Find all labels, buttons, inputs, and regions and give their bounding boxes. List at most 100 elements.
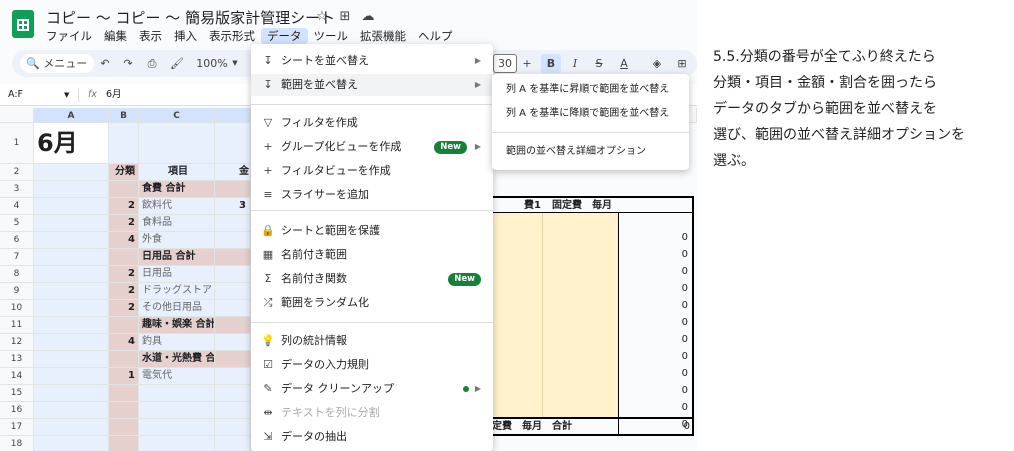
row-header[interactable]: 1 [0,123,34,164]
cell-c[interactable]: 飲料代 [139,198,215,215]
cell-b[interactable] [109,181,139,198]
cell-d[interactable] [215,181,251,198]
cell-d[interactable] [215,334,251,351]
cell-d[interactable] [215,436,251,451]
cell-c[interactable]: 釣具 [139,334,215,351]
cell-c[interactable] [139,436,215,451]
cell-b[interactable] [109,249,139,266]
cell-a[interactable] [34,266,109,283]
cell-a[interactable] [34,351,109,368]
increase-font-icon[interactable]: + [519,54,535,73]
cell-d[interactable] [215,317,251,334]
cell-a[interactable] [34,164,109,181]
cell-b[interactable]: 2 [109,198,139,215]
cell-d[interactable] [215,419,251,436]
cell-d[interactable] [215,249,251,266]
cell-b[interactable] [109,351,139,368]
cell-a[interactable] [34,215,109,232]
font-size-input[interactable]: 30 [493,54,517,73]
move-folder-icon[interactable]: ⊞ [337,9,353,25]
zoom-dropdown-icon[interactable]: ▼ [230,54,240,73]
cell-c[interactable] [139,419,215,436]
cell-a[interactable] [34,334,109,351]
cell-b[interactable] [109,123,139,164]
select-all-corner[interactable] [0,108,34,123]
cell-c[interactable] [139,402,215,419]
sort-advanced-options[interactable]: 範囲の並べ替え詳細オプション [506,142,646,162]
cell-d[interactable]: 金 [215,164,251,181]
row-header[interactable]: 13 [0,351,34,368]
cell-d[interactable] [215,215,251,232]
star-icon[interactable]: ☆ [314,9,330,25]
cell-b[interactable]: 2 [109,283,139,300]
menu-edit[interactable]: 編集 [98,28,133,44]
print-icon[interactable]: ⎙ [143,54,161,73]
cell-a[interactable] [34,300,109,317]
row-header[interactable]: 8 [0,266,34,283]
cell-d[interactable] [215,300,251,317]
data-menu-item[interactable]: + グループ化ビューを作成 New ▶ [251,136,493,158]
data-menu-item[interactable]: ☑ データの入力規則 [251,354,493,376]
cell-c[interactable]: 外食 [139,232,215,249]
cell-b[interactable]: 4 [109,334,139,351]
col-header-a[interactable]: A [34,108,109,123]
row-header[interactable]: 15 [0,385,34,402]
cell-a[interactable] [34,232,109,249]
cell-d[interactable] [215,232,251,249]
cell-d[interactable] [215,283,251,300]
cell-d[interactable] [215,123,251,164]
row-header[interactable]: 7 [0,249,34,266]
italic-button[interactable]: I [566,54,584,73]
cell-b[interactable] [109,419,139,436]
data-menu-item[interactable]: ⤮ 範囲をランダム化 [251,292,493,314]
menu-data[interactable]: データ [261,28,308,44]
row-header[interactable]: 12 [0,334,34,351]
row-header[interactable]: 6 [0,232,34,249]
cell-b[interactable]: 2 [109,215,139,232]
cell-c[interactable]: ドラッグストア [139,283,215,300]
cell-c[interactable]: 趣味・娯楽 合計 [139,317,215,334]
name-box-dropdown-icon[interactable]: ▼ [64,88,69,102]
menu-tools[interactable]: ツール [308,28,355,44]
cell-b[interactable]: 4 [109,232,139,249]
cell-a[interactable] [34,402,109,419]
cell-a[interactable] [34,419,109,436]
cell-d[interactable] [215,385,251,402]
menu-extensions[interactable]: 拡張機能 [354,28,412,44]
bold-button[interactable]: B [541,54,561,73]
cell-a[interactable] [34,385,109,402]
data-menu-item[interactable]: ≡ スライサーを追加 [251,184,493,206]
data-menu-item[interactable]: ↧ シートを並べ替え ▶ [251,50,493,72]
cell-c[interactable]: 電気代 [139,368,215,385]
row-header[interactable]: 9 [0,283,34,300]
cell-a[interactable] [34,249,109,266]
fill-color-icon[interactable]: ◈ [648,54,666,73]
col-header-d[interactable] [215,108,251,123]
row-header[interactable]: 18 [0,436,34,451]
cell-a1-month[interactable]: 6月 [34,123,109,164]
cell-d[interactable]: 3 [215,198,251,215]
cell-c[interactable]: 項目 [139,164,215,181]
cell-b[interactable] [109,436,139,451]
cell-b[interactable]: 分類 [109,164,139,181]
cell-b[interactable]: 1 [109,368,139,385]
strikethrough-button[interactable]: S [590,54,608,73]
cell-d[interactable] [215,266,251,283]
cell-c[interactable] [139,123,215,164]
data-menu-item[interactable]: 💡 列の統計情報 [251,330,493,352]
cell-b[interactable] [109,385,139,402]
cell-c[interactable]: 食費 合計 [139,181,215,198]
menu-help[interactable]: ヘルプ [412,28,459,44]
borders-icon[interactable]: ⊞ [673,54,691,73]
cell-a[interactable] [34,181,109,198]
cell-a[interactable] [34,283,109,300]
cell-d[interactable] [215,351,251,368]
cell-c[interactable] [139,385,215,402]
row-header[interactable]: 4 [0,198,34,215]
row-header[interactable]: 10 [0,300,34,317]
search-menus[interactable]: 🔍 メニュー [20,54,94,73]
cell-b[interactable]: 2 [109,266,139,283]
cell-a[interactable] [34,436,109,451]
cell-a[interactable] [34,368,109,385]
redo-icon[interactable]: ↷ [119,54,137,73]
